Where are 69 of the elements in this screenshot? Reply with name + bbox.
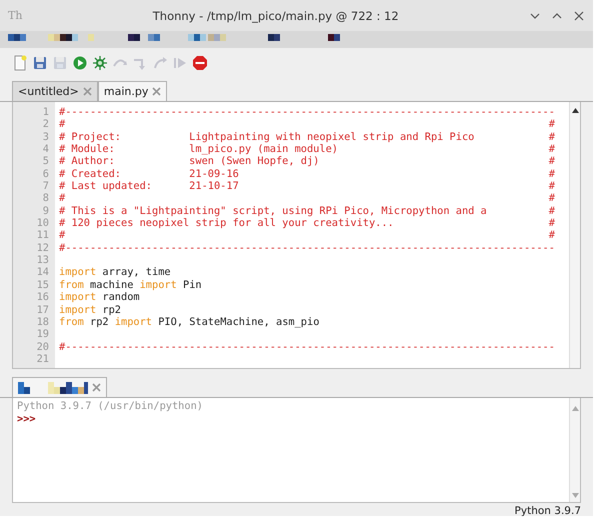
shell-tab[interactable] <box>12 377 107 397</box>
prompt-text: >>> <box>17 413 37 426</box>
stop-icon[interactable] <box>192 55 208 71</box>
app-logo: Th <box>8 9 22 22</box>
line-number: 2 <box>42 118 49 131</box>
code-keyword: from <box>59 278 84 291</box>
debug-icon[interactable] <box>92 55 108 71</box>
editor-tab[interactable]: <untitled> <box>12 81 98 101</box>
code-keyword: import <box>59 266 96 278</box>
code-text: rp2 <box>89 316 110 328</box>
line-number: 5 <box>42 155 49 168</box>
code-keyword: import <box>59 304 96 316</box>
line-number: 21 <box>36 352 49 366</box>
code-text: random <box>101 291 140 304</box>
scroll-down-icon[interactable] <box>570 491 580 500</box>
save-icon[interactable] <box>32 55 48 71</box>
scrollbar[interactable] <box>569 102 580 368</box>
code-comment: # This is a "Lightpainting" script, using RPi Pico, Micropython and a # <box>59 204 555 217</box>
code-comment: # Created: 21-09-16 # <box>59 168 555 180</box>
code-comment: # # <box>59 192 555 204</box>
line-number: 7 <box>42 180 49 192</box>
editor-tab[interactable]: main.py <box>98 81 168 101</box>
line-number: 13 <box>36 254 49 266</box>
code-comment: #------------------------------------------------------------------------------- <box>59 340 555 353</box>
code-comment: # # <box>59 229 555 242</box>
line-number: 4 <box>42 143 49 156</box>
interpreter-status[interactable]: Python 3.9.7 <box>514 505 581 516</box>
code-text: machine <box>89 278 134 291</box>
line-number: 15 <box>36 278 49 292</box>
code-comment: # Author: swen (Swen Hopfe, dj) # <box>59 155 555 168</box>
code-comment: # Project: Lightpainting with neopixel strip and Rpi Pico # <box>59 130 555 143</box>
code-comment: # Module: lm_pico.py (main module) # <box>59 143 555 156</box>
close-icon[interactable] <box>573 10 585 22</box>
code-comment: # # <box>59 118 555 130</box>
code-comment: # Last updated: 21-10-17 # <box>59 180 555 192</box>
code-keyword: import <box>140 278 177 291</box>
new-icon[interactable] <box>12 55 28 71</box>
line-number: 1 <box>42 106 49 118</box>
line-number: 17 <box>36 304 49 316</box>
line-number: 10 <box>36 217 49 230</box>
code-keyword: import <box>114 316 152 328</box>
line-number: 18 <box>36 316 49 328</box>
code-text: rp2 <box>101 304 122 316</box>
line-number: 20 <box>36 340 49 353</box>
close-icon[interactable] <box>92 383 101 392</box>
pixelated-tab-label-drawing <box>18 382 88 394</box>
code-comment: #------------------------------------------------------------------------------- <box>59 106 555 118</box>
scrollbar[interactable] <box>569 398 580 502</box>
code-text: Pin <box>182 278 202 291</box>
code-comment: #------------------------------------------------------------------------------- <box>59 242 555 254</box>
line-number: 14 <box>36 266 49 279</box>
version-text: Python 3.9.7 (/usr/bin/python) <box>17 400 204 413</box>
code-keyword: import <box>59 291 96 304</box>
window-title: Thonny - /tmp/lm_pico/main.py @ 722 : 12 <box>152 8 400 22</box>
line-number: 3 <box>42 130 49 144</box>
line-number: 19 <box>36 328 49 341</box>
line-number: 12 <box>36 242 49 254</box>
code-text: PIO, StateMachine, asm_pio <box>157 316 320 328</box>
code-text: array, time <box>101 266 171 278</box>
scroll-up-icon[interactable] <box>570 106 580 115</box>
line-number: 11 <box>36 229 49 242</box>
run-icon[interactable] <box>72 55 88 71</box>
line-number: 6 <box>42 168 49 180</box>
code-keyword: from <box>59 316 84 328</box>
line-number: 9 <box>42 204 49 218</box>
close-icon[interactable] <box>152 87 162 96</box>
line-number: 8 <box>42 192 49 205</box>
line-number: 16 <box>36 291 49 304</box>
code-comment: # 120 pieces neopixel strip for all your creativity... # <box>59 217 555 230</box>
